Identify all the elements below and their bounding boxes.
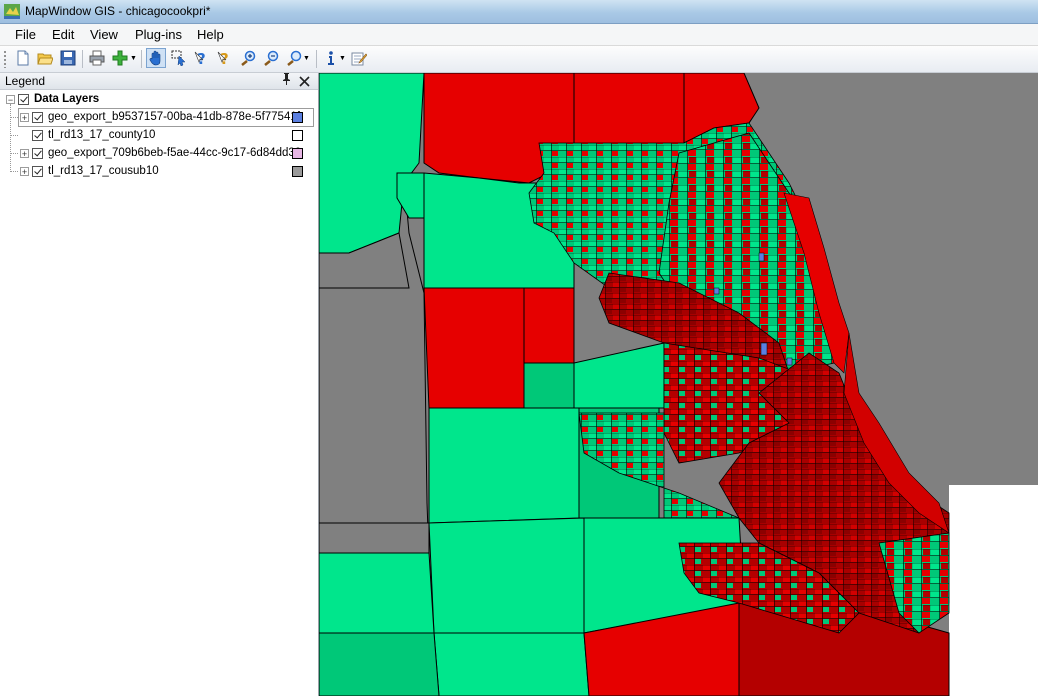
- menu-plugins[interactable]: Plug-ins: [131, 26, 186, 43]
- legend-panel: Legend − Data Layers + geo_export_b95371…: [0, 73, 319, 696]
- open-project-icon[interactable]: [35, 48, 55, 68]
- expand-toggle-icon[interactable]: +: [20, 148, 29, 158]
- main-toolbar: ▼ ? ? ▼ ▼: [0, 46, 1038, 73]
- pin-icon[interactable]: [282, 73, 291, 88]
- layer-row[interactable]: + tl_rd13_17_cousub10: [20, 163, 159, 179]
- layer-group-row[interactable]: − Data Layers: [6, 91, 99, 107]
- menu-help[interactable]: Help: [193, 26, 228, 43]
- layer-visibility-checkbox[interactable]: [32, 129, 43, 141]
- identify-icon[interactable]: ?: [192, 48, 212, 68]
- title-bar: MapWindow GIS - chicagocookpri*: [0, 0, 1038, 24]
- highlighted-tract: [713, 287, 720, 295]
- legend-title: Legend: [5, 74, 46, 88]
- layer-color-swatch[interactable]: [292, 112, 303, 123]
- toolbar-grip[interactable]: [3, 50, 7, 68]
- edit-icon[interactable]: [349, 48, 369, 68]
- new-project-icon[interactable]: [13, 48, 33, 68]
- app-logo-icon: [4, 4, 20, 19]
- layer-visibility-checkbox[interactable]: [32, 111, 43, 123]
- select-icon[interactable]: [169, 48, 189, 68]
- menu-file[interactable]: File: [11, 26, 40, 43]
- info-icon[interactable]: [321, 48, 341, 68]
- tree-connector: [10, 117, 18, 118]
- layer-row[interactable]: tl_rd13_17_county10: [20, 127, 155, 143]
- toolbar-separator: [141, 50, 142, 68]
- menu-bar: File Edit View Plug-ins Help: [0, 24, 1038, 46]
- info-dropdown-icon[interactable]: ▼: [339, 55, 346, 62]
- legend-header: Legend: [0, 73, 318, 90]
- toolbar-separator: [82, 50, 83, 68]
- layer-label: tl_rd13_17_county10: [48, 129, 156, 141]
- zoom-out-icon[interactable]: [261, 48, 281, 68]
- layer-color-swatch[interactable]: [292, 148, 303, 159]
- group-label: Data Layers: [34, 93, 100, 105]
- add-layer-icon[interactable]: [110, 48, 130, 68]
- expand-toggle-icon[interactable]: +: [20, 112, 29, 122]
- collapse-toggle-icon[interactable]: −: [6, 94, 15, 104]
- layer-visibility-checkbox[interactable]: [32, 165, 43, 177]
- highlighted-tract: [786, 357, 793, 366]
- layer-label: geo_export_b9537157-00ba-41db-878e-5f775…: [48, 111, 300, 123]
- layer-row[interactable]: + geo_export_709b6beb-f5ae-44cc-9c17-6d8…: [20, 145, 301, 161]
- zoom-dropdown-icon[interactable]: ▼: [303, 55, 310, 62]
- pan-icon[interactable]: [146, 48, 166, 68]
- tree-connector: [10, 171, 18, 172]
- highlighted-tract: [760, 342, 768, 356]
- menu-view[interactable]: View: [86, 26, 122, 43]
- layer-color-swatch[interactable]: [292, 166, 303, 177]
- layer-color-swatch[interactable]: [292, 130, 303, 141]
- highlighted-tract: [758, 252, 765, 262]
- township-polygon: [428, 407, 580, 524]
- out-of-area-region: [949, 485, 1038, 696]
- group-visibility-checkbox[interactable]: [18, 93, 29, 105]
- layer-label: geo_export_709b6beb-f5ae-44cc-9c17-6d84d…: [48, 147, 302, 159]
- toolbar-separator: [316, 50, 317, 68]
- layer-visibility-checkbox[interactable]: [32, 147, 43, 159]
- layer-row[interactable]: + geo_export_b9537157-00ba-41db-878e-5f7…: [20, 109, 300, 125]
- close-icon[interactable]: [299, 72, 310, 90]
- help-icon[interactable]: ?: [215, 48, 235, 68]
- tree-connector: [10, 135, 18, 136]
- tree-connector: [10, 104, 11, 172]
- layer-label: tl_rd13_17_cousub10: [48, 165, 159, 177]
- township-polygon: [433, 632, 590, 696]
- map-canvas[interactable]: [319, 73, 1038, 696]
- print-icon[interactable]: [87, 48, 107, 68]
- menu-edit[interactable]: Edit: [48, 26, 78, 43]
- zoom-extent-icon[interactable]: [284, 48, 304, 68]
- tree-connector: [10, 153, 18, 154]
- township-polygon: [428, 517, 585, 634]
- map-view[interactable]: [319, 73, 1038, 696]
- add-layer-dropdown-icon[interactable]: ▼: [130, 55, 137, 62]
- window-title: MapWindow GIS - chicagocookpri*: [25, 4, 211, 18]
- save-icon[interactable]: [58, 48, 78, 68]
- zoom-in-icon[interactable]: [238, 48, 258, 68]
- expand-toggle-icon[interactable]: +: [20, 166, 29, 176]
